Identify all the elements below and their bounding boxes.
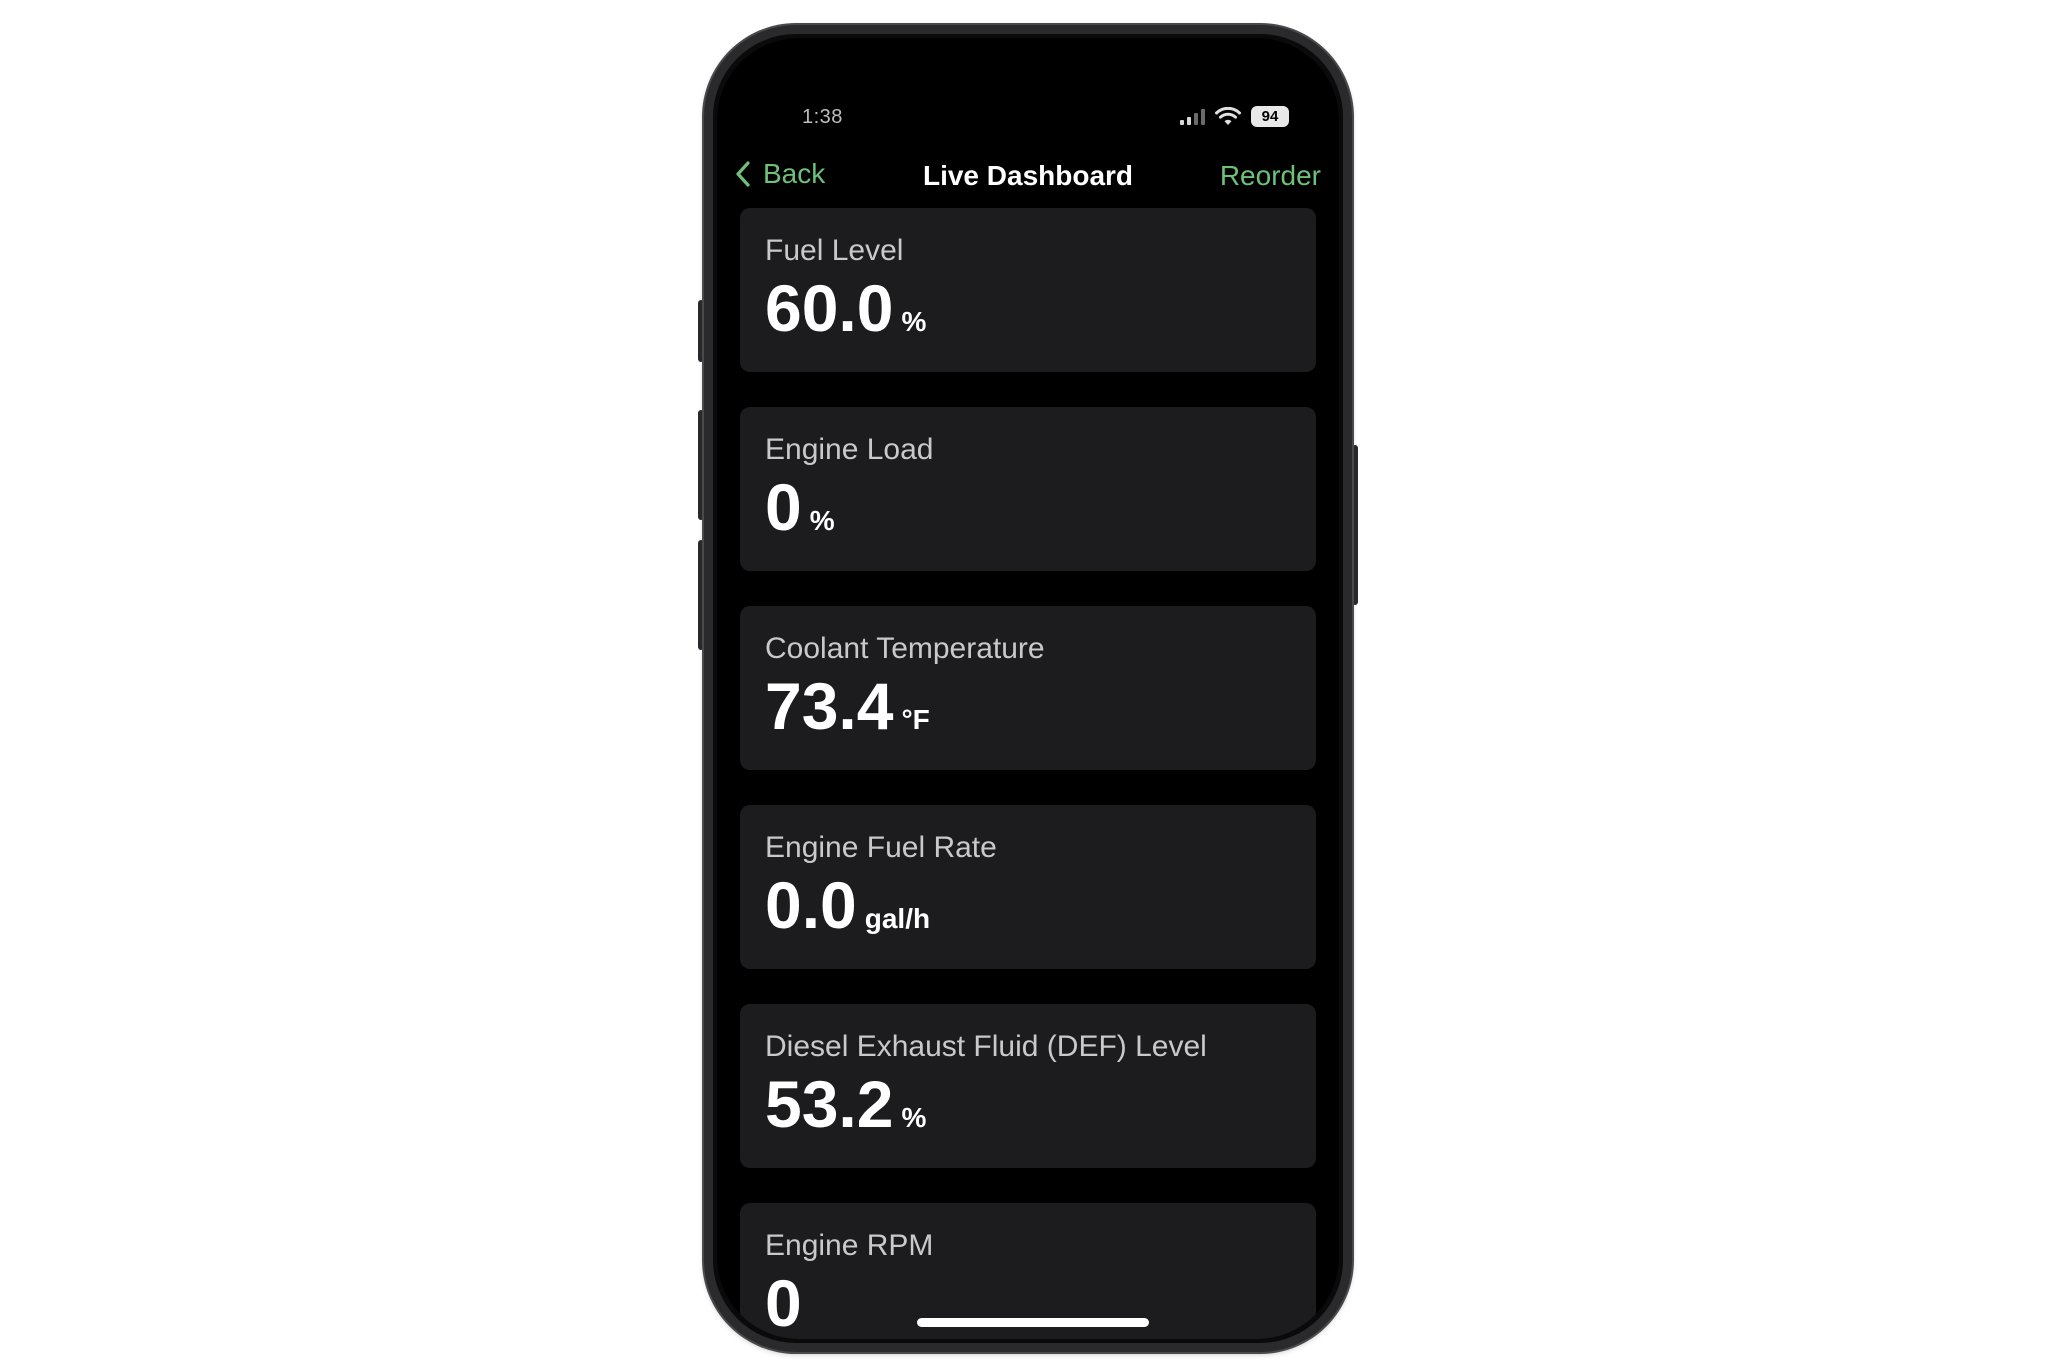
gauge-reading: 53.2 % [765, 1067, 1291, 1141]
gauge-card-fuel-level[interactable]: Fuel Level 60.0 % [740, 208, 1316, 372]
gauge-unit: °F [901, 704, 930, 735]
gauge-value: 0 [765, 1266, 802, 1339]
gauge-label: Engine Fuel Rate [765, 831, 997, 864]
status-icons: 94 [1180, 106, 1289, 127]
stage: 1:38 94 Back Live Dashboard Reorder Fuel… [0, 0, 2048, 1365]
gauge-reading: 0.0 gal/h [765, 868, 1291, 942]
gauge-label: Engine RPM [765, 1229, 934, 1262]
gauge-label: Fuel Level [765, 234, 904, 267]
gauge-list: Fuel Level 60.0 % Engine Load 0 % Coolan… [740, 208, 1316, 1339]
gauge-card-engine-load[interactable]: Engine Load 0 % [740, 407, 1316, 571]
reorder-button[interactable]: Reorder [1220, 160, 1321, 192]
home-indicator[interactable] [917, 1318, 1149, 1327]
gauge-unit: % [901, 1102, 927, 1133]
navigation-bar: Back Live Dashboard Reorder [717, 148, 1339, 208]
gauge-label: Diesel Exhaust Fluid (DEF) Level [765, 1030, 1207, 1063]
gauge-card-engine-fuel-rate[interactable]: Engine Fuel Rate 0.0 gal/h [740, 805, 1316, 969]
battery-icon: 94 [1251, 106, 1289, 127]
gauge-unit: % [901, 306, 927, 337]
phone-screen: 1:38 94 Back Live Dashboard Reorder Fuel… [717, 38, 1339, 1339]
gauge-value: 60.0 [765, 271, 894, 345]
gauge-reading: 60.0 % [765, 271, 1291, 345]
cellular-signal-icon [1180, 108, 1205, 125]
status-time: 1:38 [802, 106, 843, 128]
gauge-label: Coolant Temperature [765, 632, 1045, 665]
gauge-card-def-level[interactable]: Diesel Exhaust Fluid (DEF) Level 53.2 % [740, 1004, 1316, 1168]
power-button [1352, 445, 1358, 605]
gauge-value: 0.0 [765, 868, 857, 942]
status-bar: 1:38 94 [717, 78, 1339, 128]
gauge-value: 53.2 [765, 1067, 894, 1141]
gauge-reading: 73.4 °F [765, 669, 1291, 743]
wifi-icon [1215, 106, 1241, 125]
gauge-label: Engine Load [765, 433, 934, 466]
gauge-unit: gal/h [864, 903, 931, 934]
gauge-reading: 0 [765, 1266, 1291, 1339]
gauge-unit: % [809, 505, 835, 536]
gauge-value: 0 [765, 470, 802, 544]
gauge-value: 73.4 [765, 669, 894, 743]
phone-frame: 1:38 94 Back Live Dashboard Reorder Fuel… [704, 25, 1352, 1352]
gauge-card-coolant-temperature[interactable]: Coolant Temperature 73.4 °F [740, 606, 1316, 770]
gauge-reading: 0 % [765, 470, 1291, 544]
